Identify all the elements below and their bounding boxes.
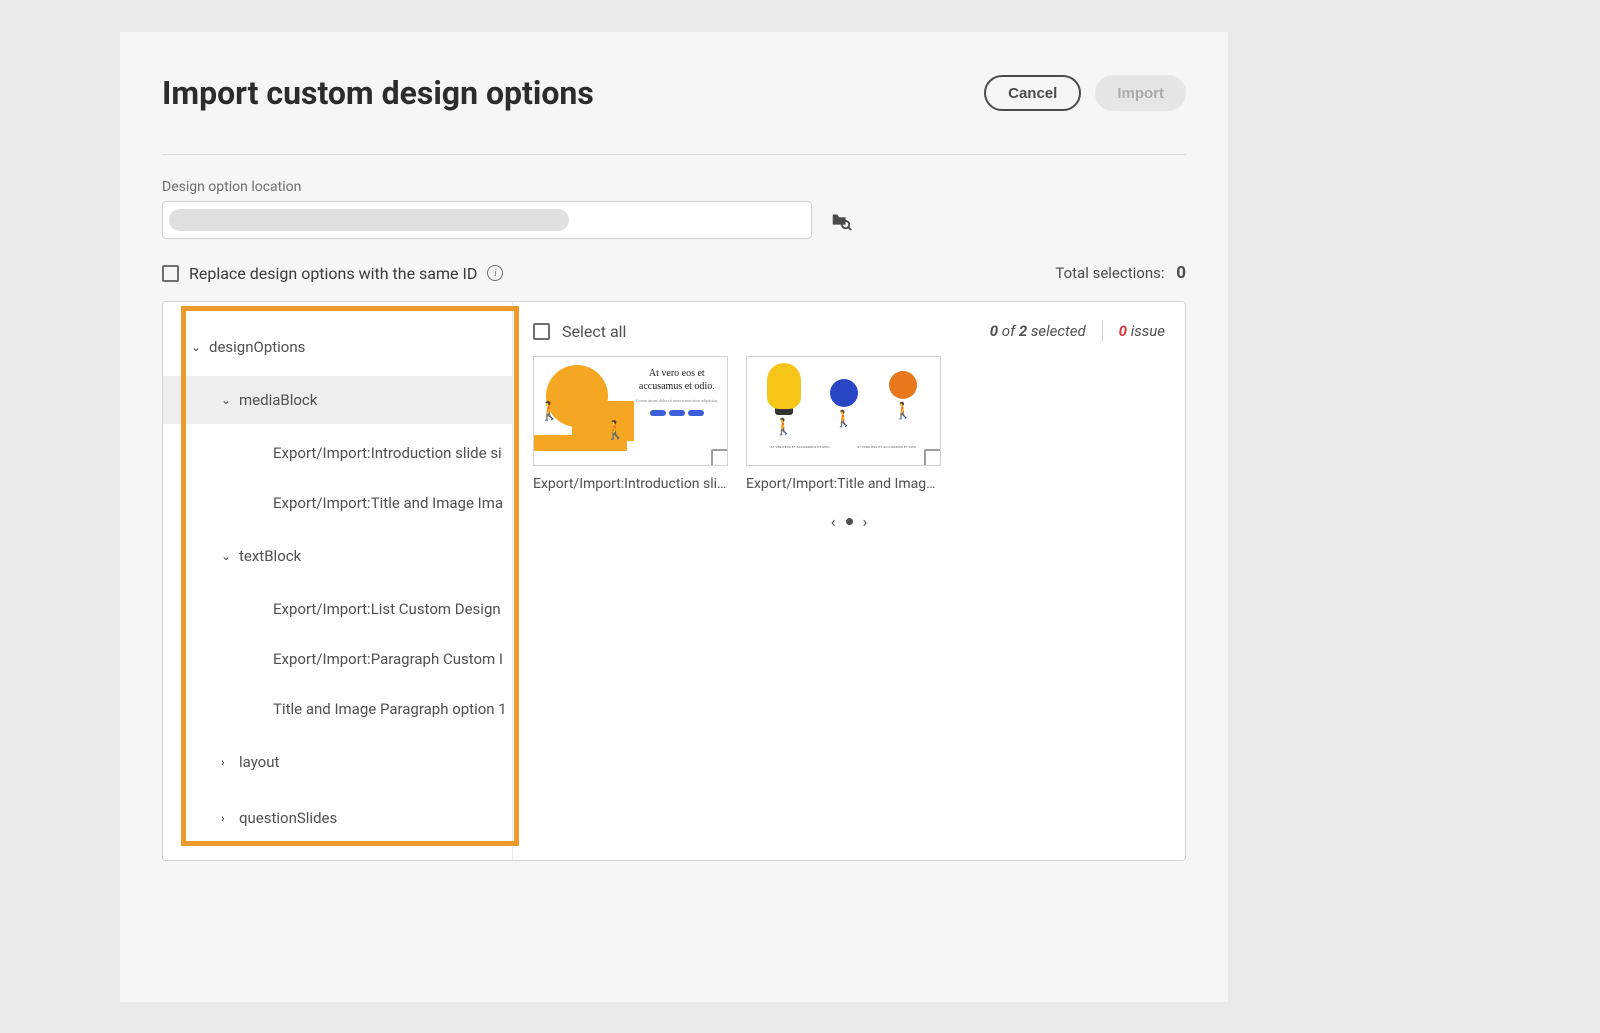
tree-node-label: mediaBlock [239, 391, 317, 409]
card-label: Export/Import:Title and Image I... [746, 476, 941, 492]
total-selections: Total selections: 0 [1055, 263, 1186, 283]
info-icon[interactable]: i [487, 265, 503, 281]
pager-next-icon[interactable]: › [863, 512, 868, 531]
select-all-label: Select all [562, 322, 626, 341]
location-row [162, 201, 1186, 239]
replace-checkbox[interactable] [162, 265, 179, 282]
selected-total: 2 [1019, 322, 1027, 340]
card-thumbnail: 🚶 🚶 🚶 AT VERO EO [746, 356, 941, 466]
total-selections-label: Total selections: [1055, 264, 1164, 282]
tree-node-label: textBlock [239, 547, 301, 565]
header-divider [162, 154, 1186, 155]
tree-node-mediablock[interactable]: ⌄ mediaBlock [163, 376, 512, 424]
thumb-mini-text: AT VERO EOS ET ACCUSAMUS ET ODIO [757, 446, 844, 450]
chevron-down-icon: ⌄ [221, 549, 233, 563]
tree-leaf[interactable]: Export/Import:Introduction slide si [163, 432, 512, 474]
import-button[interactable]: Import [1095, 75, 1186, 111]
select-all-checkbox[interactable] [533, 323, 550, 340]
total-selections-count: 0 [1176, 263, 1186, 283]
pager-dot[interactable] [846, 518, 853, 525]
browse-folder-icon[interactable] [830, 209, 852, 231]
card-checkbox[interactable] [924, 449, 941, 466]
chevron-right-icon: › [221, 755, 233, 769]
preview-card[interactable]: 🚶 🚶 🚶 AT VERO EO [746, 356, 941, 492]
location-placeholder [169, 209, 569, 231]
tree-leaf[interactable]: Export/Import:Paragraph Custom I [163, 638, 512, 680]
tree-leaf[interactable]: Export/Import:Title and Image Ima [163, 482, 512, 524]
tree-node-label: layout [239, 753, 279, 771]
preview-card[interactable]: 🚶 🚶 At vero eos et accusamus et odio. Lo… [533, 356, 728, 492]
tree-node-questionslides[interactable]: › questionSlides [163, 794, 512, 842]
location-input[interactable] [162, 201, 812, 239]
preview-topbar: Select all 0 of 2 selected 0 issue [533, 320, 1165, 342]
options-row: Replace design options with the same ID … [162, 263, 1186, 283]
dialog-title: Import custom design options [162, 74, 594, 112]
replace-label: Replace design options with the same ID [189, 264, 477, 283]
card-thumbnail: 🚶 🚶 At vero eos et accusamus et odio. Lo… [533, 356, 728, 466]
tree-root-label: designOptions [209, 338, 305, 356]
chevron-right-icon: › [221, 811, 233, 825]
tree-leaf[interactable]: Title and Image Paragraph option 1 [163, 688, 512, 730]
location-label: Design option location [162, 179, 1186, 195]
pager-prev-icon[interactable]: ‹ [831, 512, 836, 531]
chevron-down-icon: ⌄ [221, 393, 233, 407]
tree-leaf[interactable]: Export/Import:List Custom Design [163, 588, 512, 630]
tree-node-layout[interactable]: › layout [163, 738, 512, 786]
main-content: ⌄ designOptions ⌄ mediaBlock Export/Impo… [162, 301, 1186, 861]
issue-stats: 0 issue [1119, 322, 1165, 340]
replace-option: Replace design options with the same ID … [162, 264, 503, 283]
header-buttons: Cancel Import [984, 75, 1186, 111]
tree-node-label: questionSlides [239, 809, 337, 827]
design-tree: ⌄ designOptions ⌄ mediaBlock Export/Impo… [163, 302, 513, 860]
dialog-header: Import custom design options Cancel Impo… [162, 74, 1186, 112]
stats-group: 0 of 2 selected 0 issue [990, 320, 1165, 342]
thumb-sample-text: At vero eos et accusamus et odio. [635, 367, 719, 393]
cancel-button[interactable]: Cancel [984, 75, 1081, 111]
stats-divider [1102, 320, 1103, 342]
preview-area: Select all 0 of 2 selected 0 issue [513, 302, 1185, 860]
selected-count: 0 [990, 322, 998, 340]
issue-count: 0 [1119, 322, 1127, 340]
cards-row: 🚶 🚶 At vero eos et accusamus et odio. Lo… [533, 356, 1165, 492]
card-label: Export/Import:Introduction slid... [533, 476, 728, 492]
card-checkbox[interactable] [711, 449, 728, 466]
thumb-mini-text: AT VERO EOS ET ACCUSAMUS ET ODIO [844, 446, 931, 450]
chevron-down-icon: ⌄ [191, 340, 203, 354]
select-all-group: Select all [533, 322, 626, 341]
tree-node-textblock[interactable]: ⌄ textBlock [163, 532, 512, 580]
import-dialog: Import custom design options Cancel Impo… [120, 32, 1228, 1002]
tree-root[interactable]: ⌄ designOptions [163, 326, 512, 368]
selected-stats: 0 of 2 selected [990, 322, 1086, 340]
pager: ‹ › [533, 512, 1165, 531]
